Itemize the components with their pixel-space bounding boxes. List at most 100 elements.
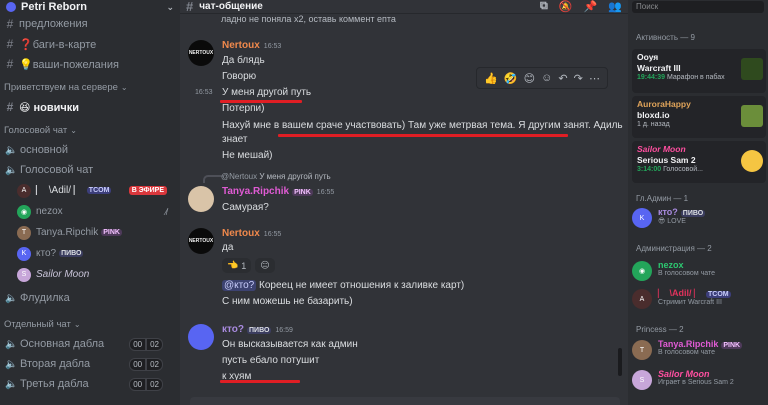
- avatar: K: [632, 208, 652, 228]
- avatar: ◉: [632, 261, 652, 281]
- reaction[interactable]: 👈 1: [222, 258, 252, 273]
- threads-icon[interactable]: ⧉: [540, 0, 548, 13]
- voice-channel-main[interactable]: 🔈 основной: [0, 140, 180, 160]
- message-timestamp: 16:53: [195, 89, 213, 96]
- channel-novichki[interactable]: # 😆 новички: [0, 97, 180, 117]
- red-underline: [220, 100, 302, 103]
- role-tag: TCOM: [86, 187, 112, 194]
- laugh-emoji-icon[interactable]: 🤣: [504, 72, 518, 85]
- activity-user: Sailor Moon: [637, 144, 686, 154]
- game-thumbnail: [741, 58, 763, 80]
- category-voice[interactable]: Голосовой чат ⌄: [0, 120, 180, 140]
- voice-user-nezox[interactable]: ◉ nezox ⁄̸: [0, 201, 180, 222]
- message-line: ладно не поняла х2, оставь коммент епта: [221, 14, 396, 24]
- members-icon[interactable]: 👥: [608, 0, 622, 13]
- message-author[interactable]: Nertoux 16:53: [222, 40, 281, 51]
- message-input[interactable]: [190, 397, 620, 405]
- search-input[interactable]: Поиск: [632, 1, 764, 13]
- header-toolbar: ⧉ 🔕 📌 👥: [540, 0, 622, 13]
- activity-card[interactable]: Ооуя Warcraft III 19:44:39 Марафон в паб…: [632, 49, 766, 93]
- category-separate[interactable]: Отдельный чат ⌄: [0, 314, 180, 334]
- user-limit: 00 02: [129, 337, 175, 351]
- avatar: K: [17, 246, 31, 261]
- activity-card[interactable]: AuroraHappy bloxd.io 1 д. назад: [632, 96, 766, 138]
- reply-connector: [203, 175, 223, 183]
- avatar[interactable]: NERTOUX: [188, 40, 214, 66]
- reaction[interactable]: 😑: [255, 258, 275, 273]
- channel-bugs[interactable]: # ❓баги-в-карте: [0, 34, 180, 54]
- activity-card[interactable]: Sailor Moon Serious Sam 2 3:14:00 Голосо…: [632, 141, 766, 183]
- voice-channel-dabla-3[interactable]: 🔈 Третья дабла 00 02: [0, 374, 180, 394]
- category-welcome[interactable]: Приветствуем на сервере ⌄: [0, 77, 180, 97]
- message-author[interactable]: Tanya.Ripchik PINK 16:55: [222, 186, 334, 197]
- live-badge: В ЭФИРЕ: [128, 186, 167, 195]
- avatar: T: [17, 225, 31, 240]
- red-underline: [220, 380, 300, 383]
- message-line: Говорю: [222, 71, 257, 82]
- thumbs-up-icon[interactable]: 👍: [484, 72, 498, 85]
- avatar[interactable]: NERTOUX: [188, 228, 214, 254]
- avatar[interactable]: [188, 186, 214, 212]
- hash-icon: #: [6, 100, 14, 114]
- member-kto[interactable]: K кто? ПИВО 😎 LOVE: [632, 207, 766, 228]
- add-reaction-icon[interactable]: ☺: [541, 72, 552, 84]
- hash-icon: #: [6, 57, 14, 71]
- role-tag: ПИВО: [59, 250, 84, 257]
- message-author[interactable]: кто? ПИВО 16:59: [222, 324, 293, 335]
- discord-app: Petri Reborn ⌄ # предложения # ❓баги-в-кар…: [0, 0, 768, 405]
- reaction-list: 👈 1 😑: [222, 258, 275, 273]
- chevron-down-icon[interactable]: ⌄: [166, 2, 174, 13]
- bell-muted-icon[interactable]: 🔕: [559, 0, 573, 13]
- more-icon[interactable]: ⋯: [589, 72, 600, 85]
- server-header[interactable]: Petri Reborn ⌄: [0, 0, 180, 14]
- voice-channel-flud[interactable]: 🔈 Флудилка: [0, 288, 180, 308]
- chevron-down-icon: ⌄: [73, 319, 81, 329]
- channel-predlozheniya[interactable]: # предложения: [0, 14, 180, 34]
- channel-wishes[interactable]: # 💡ваши-пожелания: [0, 54, 180, 74]
- user-mention[interactable]: @кто?: [222, 280, 257, 291]
- avatar: S: [17, 267, 31, 282]
- deafen-icon: ⁄̸: [165, 206, 167, 217]
- message-line: Он высказывается как админ: [222, 339, 358, 350]
- server-name: Petri Reborn: [21, 1, 88, 13]
- voice-user-sailor[interactable]: S Sailor Moon: [0, 264, 180, 285]
- member-adil[interactable]: A ⎸ \Adil/ ⎸ TCOM Стримит Warcraft III: [632, 288, 766, 309]
- hash-icon: #: [186, 0, 194, 14]
- smile-emoji-icon[interactable]: 😊: [524, 72, 535, 85]
- channel-sidebar: Petri Reborn ⌄ # предложения # ❓баги-в-кар…: [0, 0, 180, 405]
- speaker-icon: 🔈: [5, 378, 18, 390]
- member-sailor[interactable]: S Sailor Moon Играет в Serious Sam 2: [632, 369, 766, 390]
- message-line: Потерпи): [222, 103, 265, 114]
- avatar: S: [632, 370, 652, 390]
- reply-preview[interactable]: @Nertoux У меня другой путь: [221, 172, 331, 181]
- user-limit: 00 02: [129, 377, 175, 391]
- reply-icon[interactable]: ↶: [558, 72, 567, 85]
- voice-user-kto[interactable]: K кто? ПИВО: [0, 243, 180, 264]
- hash-icon: #: [6, 17, 14, 31]
- member-list: Поиск Активность — 9 Ооуя Warcraft III 1…: [628, 0, 768, 405]
- scrollbar[interactable]: [618, 348, 622, 376]
- voice-channel-dabla-1[interactable]: 🔈 Основная дабла 00 02: [0, 334, 180, 354]
- avatar[interactable]: [188, 324, 214, 350]
- group-header: Princess — 2: [636, 325, 684, 334]
- member-nezox[interactable]: ◉ nezox В голосовом чате: [632, 260, 766, 281]
- message-line: Самурая?: [222, 202, 269, 213]
- voice-user-adil[interactable]: A ⎸ \Adil/ ⎸ TCOM В ЭФИРЕ: [0, 180, 180, 201]
- message-line: Не мешай): [222, 150, 273, 161]
- message-line: Нахуй мне в вашем сраче участвовать) Там…: [222, 120, 623, 131]
- voice-channel-voice-chat[interactable]: 🔈 Голосовой чат: [0, 160, 180, 180]
- message-line: С ним можешь не базарить): [222, 296, 353, 307]
- pin-icon[interactable]: 📌: [584, 0, 598, 13]
- speaker-icon: 🔈: [5, 144, 18, 156]
- forward-icon[interactable]: ↷: [574, 72, 583, 85]
- message-line: Да блядь: [222, 55, 265, 66]
- voice-channel-dabla-2[interactable]: 🔈 Вторая дабла 00 02: [0, 354, 180, 374]
- server-icon: [6, 2, 16, 12]
- red-underline: [278, 134, 568, 137]
- group-header: Администрация — 2: [636, 244, 712, 253]
- voice-user-tanya[interactable]: T Tanya.Ripchik PINK: [0, 222, 180, 243]
- member-tanya[interactable]: T Tanya.Ripchik PINK В голосовом чате: [632, 339, 766, 360]
- message-author[interactable]: Nertoux 16:55: [222, 228, 281, 239]
- activity-header: Активность — 9: [636, 33, 695, 42]
- chevron-down-icon: ⌄: [120, 82, 128, 92]
